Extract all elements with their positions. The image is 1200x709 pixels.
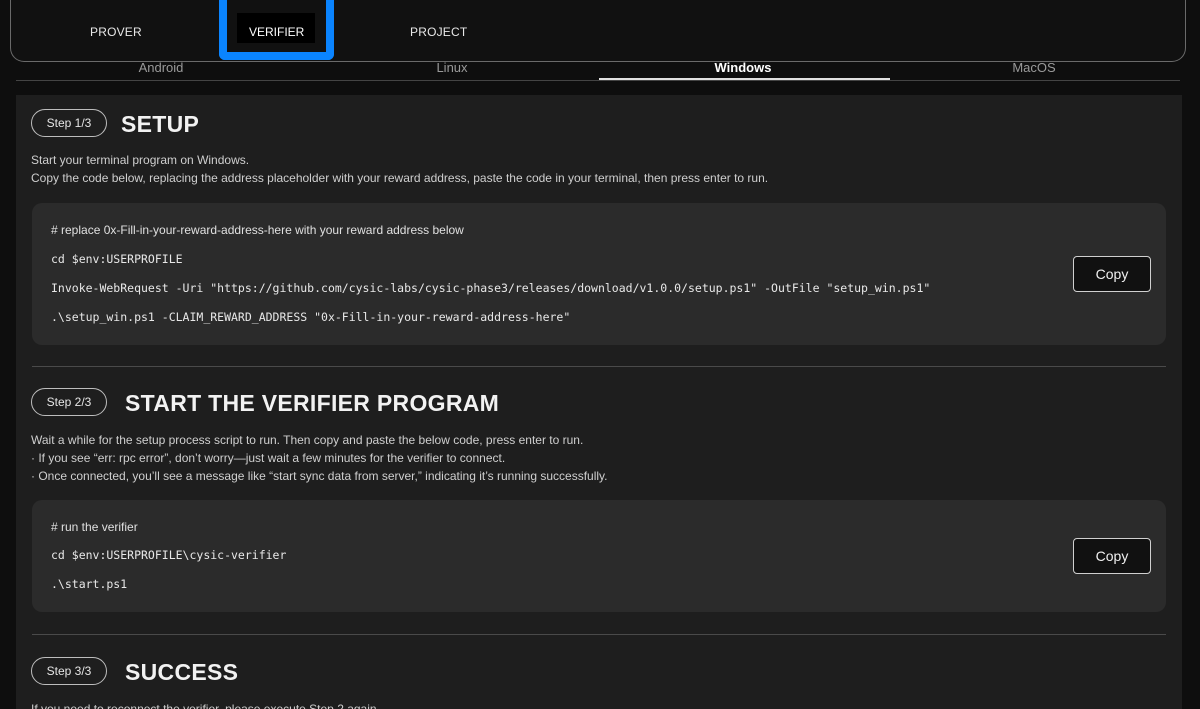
code-line: cd $env:USERPROFILE: [51, 252, 183, 266]
step-2-title: START THE VERIFIER PROGRAM: [125, 390, 500, 416]
step-2-badge: Step 2/3: [31, 388, 107, 416]
step-2-desc-line: · If you see “err: rpc error”, don’t wor…: [31, 451, 506, 465]
step-2-desc-line: · Once connected, you’ll see a message l…: [31, 469, 608, 483]
divider: [32, 634, 1166, 635]
divider: [32, 366, 1166, 367]
tab-verifier-label: VERIFIER: [249, 25, 305, 39]
code-line: Invoke-WebRequest -Uri "https://github.c…: [51, 281, 931, 295]
step-1-desc-line: Copy the code below, replacing the addre…: [31, 171, 769, 185]
step-1-code-block: # replace 0x-Fill-in-your-reward-address…: [32, 203, 1166, 345]
step-2-code-block: # run the verifier cd $env:USERPROFILE\c…: [32, 500, 1166, 612]
step-1-title: SETUP: [121, 111, 200, 137]
step-3-badge: Step 3/3: [31, 657, 107, 685]
instructions-panel: Step 1/3 SETUP Start your terminal progr…: [16, 95, 1182, 709]
code-comment: # replace 0x-Fill-in-your-reward-address…: [51, 223, 464, 237]
step-1-badge: Step 1/3: [31, 109, 107, 137]
step-3-description: If you need to reconnect the verifier, p…: [31, 700, 380, 709]
copy-button[interactable]: Copy: [1073, 538, 1151, 574]
os-tab-bar: Android Linux Windows MacOS: [16, 57, 1180, 81]
top-tab-bar: PROVER PROJECT: [10, 0, 1186, 62]
tab-verifier[interactable]: VERIFIER: [237, 13, 315, 43]
active-tab-underline: [599, 78, 890, 80]
step-1-desc-line: Start your terminal program on Windows.: [31, 153, 250, 167]
copy-button[interactable]: Copy: [1073, 256, 1151, 292]
os-tab-linux[interactable]: Linux: [307, 60, 597, 75]
os-tab-windows[interactable]: Windows: [598, 60, 888, 75]
step-1-description: Start your terminal program on Windows. …: [31, 151, 768, 187]
code-line: .\setup_win.ps1 -CLAIM_REWARD_ADDRESS "0…: [51, 310, 571, 324]
os-tab-android[interactable]: Android: [16, 60, 306, 75]
code-line: cd $env:USERPROFILE\cysic-verifier: [51, 548, 287, 562]
tab-project[interactable]: PROJECT: [410, 25, 467, 39]
step-2-desc-line: Wait a while for the setup process scrip…: [31, 433, 584, 447]
step-2-description: Wait a while for the setup process scrip…: [31, 431, 607, 485]
tab-prover[interactable]: PROVER: [90, 25, 142, 39]
code-comment: # run the verifier: [51, 520, 138, 534]
step-3-title: SUCCESS: [125, 659, 239, 685]
os-tab-macos[interactable]: MacOS: [889, 60, 1179, 75]
step-3-desc-line: If you need to reconnect the verifier, p…: [31, 702, 380, 709]
code-line: .\start.ps1: [51, 577, 128, 591]
